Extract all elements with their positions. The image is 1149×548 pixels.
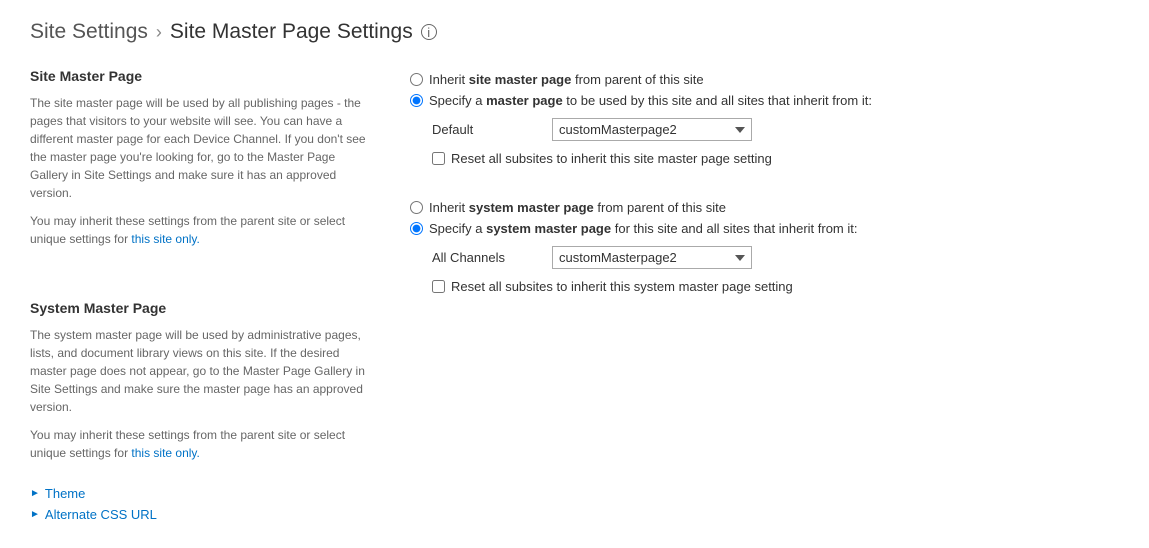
expandable-links: ► Theme ► Alternate CSS URL — [30, 486, 370, 522]
theme-link[interactable]: ► Theme — [30, 486, 370, 501]
system-master-page-inherit-link[interactable]: this site only. — [131, 446, 199, 460]
system-reset-checkbox-row: Reset all subsites to inherit this syste… — [432, 279, 1119, 294]
site-reset-checkbox[interactable] — [432, 152, 445, 165]
breadcrumb: Site Settings › Site Master Page Setting… — [30, 20, 1119, 44]
system-reset-label: Reset all subsites to inherit this syste… — [451, 279, 793, 294]
page-title: Site Master Page Settings — [170, 20, 413, 44]
site-specify-label: Specify a master page to be used by this… — [429, 93, 872, 108]
site-master-page-description: The site master page will be used by all… — [30, 94, 370, 202]
site-dropdown-row: Default customMasterpage2 oslo.master se… — [432, 118, 1119, 141]
site-master-page-dropdown[interactable]: customMasterpage2 oslo.master seattle.ma… — [552, 118, 752, 141]
system-inherit-label: Inherit system master page from parent o… — [429, 200, 726, 215]
alternate-css-url-link-label: Alternate CSS URL — [45, 507, 157, 522]
site-reset-checkbox-row: Reset all subsites to inherit this site … — [432, 151, 1119, 166]
site-specify-radio[interactable] — [410, 94, 423, 107]
system-specify-label: Specify a system master page for this si… — [429, 221, 858, 236]
breadcrumb-site-settings[interactable]: Site Settings — [30, 20, 148, 44]
system-master-page-controls: Inherit system master page from parent o… — [410, 196, 1119, 294]
system-dropdown-label: All Channels — [432, 250, 552, 265]
theme-expand-arrow: ► — [30, 488, 40, 499]
system-specify-radio[interactable] — [410, 222, 423, 235]
site-master-page-section: Site Master Page The site master page wi… — [30, 68, 370, 248]
theme-link-label: Theme — [45, 486, 85, 501]
system-inherit-radio-row: Inherit system master page from parent o… — [410, 200, 1119, 215]
alternate-css-expand-arrow: ► — [30, 509, 40, 520]
system-inherit-radio[interactable] — [410, 201, 423, 214]
info-icon[interactable]: i — [421, 24, 437, 40]
alternate-css-url-link[interactable]: ► Alternate CSS URL — [30, 507, 370, 522]
system-master-page-inherit-text: You may inherit these settings from the … — [30, 426, 370, 462]
site-inherit-radio-row: Inherit site master page from parent of … — [410, 72, 1119, 87]
system-dropdown-row: All Channels customMasterpage2 oslo.mast… — [432, 246, 1119, 269]
system-reset-checkbox[interactable] — [432, 280, 445, 293]
system-master-page-title: System Master Page — [30, 300, 370, 316]
system-specify-radio-row: Specify a system master page for this si… — [410, 221, 1119, 236]
site-master-page-title: Site Master Page — [30, 68, 370, 84]
system-master-page-description: The system master page will be used by a… — [30, 326, 370, 416]
site-inherit-label: Inherit site master page from parent of … — [429, 72, 704, 87]
system-master-page-section: System Master Page The system master pag… — [30, 300, 370, 462]
system-master-page-dropdown[interactable]: customMasterpage2 oslo.master seattle.ma… — [552, 246, 752, 269]
site-dropdown-label: Default — [432, 122, 552, 137]
site-reset-label: Reset all subsites to inherit this site … — [451, 151, 772, 166]
site-master-page-controls: Inherit site master page from parent of … — [410, 68, 1119, 166]
site-master-page-inherit-link[interactable]: this site only. — [131, 232, 199, 246]
site-specify-radio-row: Specify a master page to be used by this… — [410, 93, 1119, 108]
breadcrumb-separator: › — [156, 22, 162, 43]
site-inherit-radio[interactable] — [410, 73, 423, 86]
site-master-page-inherit-text: You may inherit these settings from the … — [30, 212, 370, 248]
right-panel: Inherit site master page from parent of … — [410, 68, 1119, 528]
left-panel: Site Master Page The site master page wi… — [30, 68, 410, 528]
